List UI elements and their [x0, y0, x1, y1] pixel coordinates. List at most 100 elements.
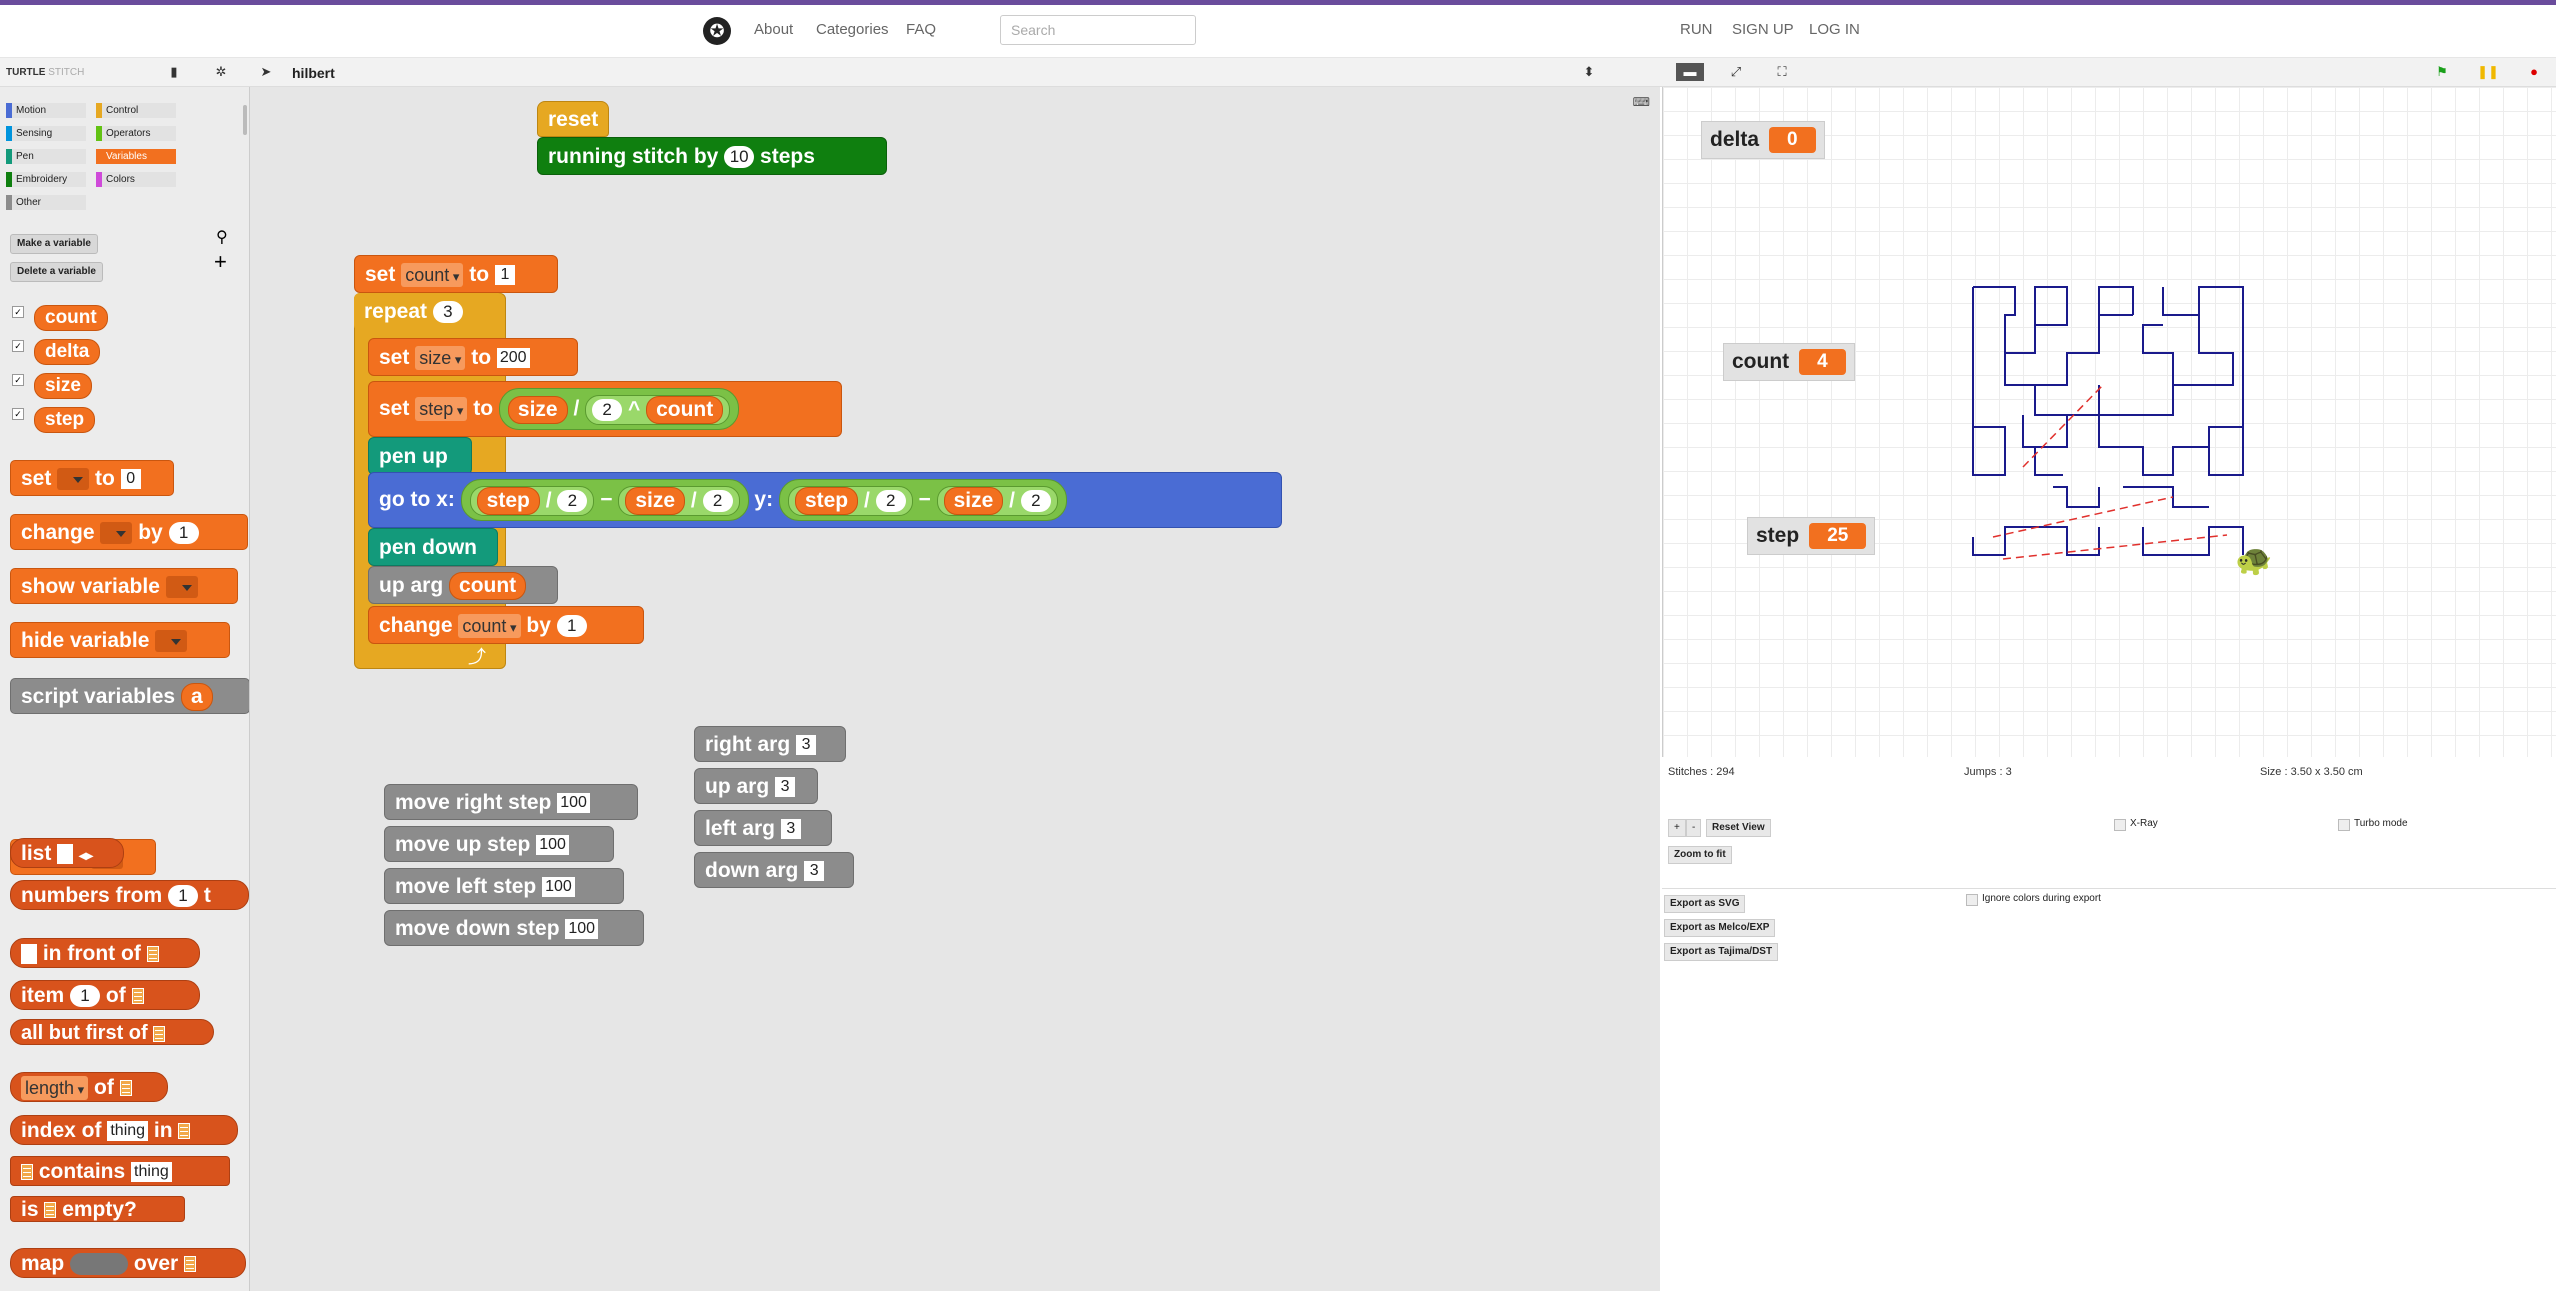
palette-item-of-block[interactable]: item 1 of: [10, 980, 200, 1010]
palette-list-block[interactable]: list ◂▸: [10, 838, 124, 868]
reset-view-button[interactable]: Reset View: [1706, 819, 1771, 837]
export-svg-button[interactable]: Export as SVG: [1664, 895, 1746, 913]
design-size: Size : 3.50 x 3.50 cm: [2260, 766, 2363, 778]
watcher-step[interactable]: step 25: [1747, 517, 1876, 555]
change-count-block[interactable]: change count by 1: [368, 606, 644, 644]
palette-var-step[interactable]: step: [34, 407, 96, 433]
category-variables[interactable]: Variables: [96, 149, 176, 164]
palette-in-front-of-block[interactable]: in front of: [10, 938, 200, 968]
delete-variable-button[interactable]: Delete a variable: [10, 262, 103, 282]
xray-checkbox[interactable]: [2114, 819, 2126, 831]
set-count-block[interactable]: set count to 1: [354, 255, 558, 293]
hilbert-stitch-drawing: [1972, 286, 2244, 560]
set-step-block[interactable]: set step to size / 2 ^ count: [368, 381, 842, 437]
stage-canvas[interactable]: delta 0 count 4 step 25 🐢: [1662, 87, 2556, 757]
repeat-block-header[interactable]: repeat 3: [354, 293, 504, 331]
pen-down-block[interactable]: pen down: [368, 528, 498, 566]
turtle-menu-icon[interactable]: ➤: [252, 63, 280, 81]
turbo-mode-checkbox[interactable]: [2338, 819, 2350, 831]
category-operators[interactable]: Operators: [96, 126, 176, 141]
xray-label: X-Ray: [2130, 818, 2158, 829]
normal-stage-icon[interactable]: ▬: [1676, 63, 1704, 81]
palette-show-variable-block[interactable]: show variable: [10, 568, 238, 604]
palette-var-delta[interactable]: delta: [34, 339, 101, 365]
running-stitch-block[interactable]: running stitch by 10 steps: [537, 137, 887, 175]
category-colors[interactable]: Colors: [96, 172, 176, 187]
search-input[interactable]: [1000, 15, 1196, 45]
left-arg-block[interactable]: left arg 3: [694, 810, 832, 846]
export-tajima-button[interactable]: Export as Tajima/DST: [1664, 943, 1779, 961]
move-down-step-block[interactable]: move down step 100: [384, 910, 644, 946]
expand-stage-icon[interactable]: ⤢: [1722, 63, 1750, 81]
file-menu-icon[interactable]: ▮: [160, 63, 188, 81]
nav-run-link[interactable]: RUN: [1680, 21, 1713, 38]
turtlestitch-logo-icon[interactable]: ✪: [703, 17, 731, 45]
settings-gear-icon[interactable]: ✲: [207, 63, 235, 81]
palette-script-variables-block[interactable]: script variables a: [10, 678, 249, 714]
search-blocks-icon[interactable]: ⚲: [216, 227, 228, 247]
keyboard-icon[interactable]: ⌨: [1633, 95, 1650, 109]
fullscreen-icon[interactable]: ⛶: [1768, 63, 1796, 81]
add-block-icon[interactable]: +: [214, 249, 227, 275]
nav-faq-link[interactable]: FAQ: [906, 21, 936, 38]
palette-set-block[interactable]: set to 0: [10, 460, 174, 496]
green-flag-icon[interactable]: ⚑: [2428, 63, 2456, 81]
palette-all-but-first-block[interactable]: all but first of: [10, 1019, 214, 1045]
up-arg-count-block[interactable]: up arg count: [368, 566, 558, 604]
scripts-area[interactable]: ⌨ reset running stitch by 10 steps set c…: [250, 87, 1660, 1291]
category-embroidery[interactable]: Embroidery: [6, 172, 86, 187]
move-right-step-block[interactable]: move right step 100: [384, 784, 638, 820]
zoom-in-button[interactable]: +: [1668, 819, 1686, 837]
palette-is-empty-block[interactable]: is empty?: [10, 1196, 185, 1222]
palette-contains-block[interactable]: contains thing: [10, 1156, 230, 1186]
var-checkbox-step[interactable]: ✓: [12, 408, 24, 420]
nav-categories-link[interactable]: Categories: [816, 21, 889, 38]
pen-up-block[interactable]: pen up: [368, 437, 472, 475]
palette-hide-variable-block[interactable]: hide variable: [10, 622, 230, 658]
palette-scrollbar[interactable]: [243, 105, 247, 135]
up-arg-block[interactable]: up arg 3: [694, 768, 818, 804]
turtle-sprite-icon[interactable]: 🐢: [2235, 543, 2272, 578]
var-checkbox-size[interactable]: ✓: [12, 374, 24, 386]
watcher-count[interactable]: count 4: [1723, 343, 1855, 381]
right-arg-block[interactable]: right arg 3: [694, 726, 846, 762]
category-other[interactable]: Other: [6, 195, 86, 210]
stop-icon[interactable]: ●: [2520, 63, 2548, 81]
nav-signup-link[interactable]: SIGN UP: [1732, 21, 1794, 38]
palette-length-of-block[interactable]: length of: [10, 1072, 168, 1102]
palette-var-size[interactable]: size: [34, 373, 92, 399]
palette-var-count[interactable]: count: [34, 305, 108, 331]
zoom-out-button[interactable]: -: [1686, 819, 1702, 837]
category-sensing[interactable]: Sensing: [6, 126, 86, 141]
pause-icon[interactable]: ❚❚: [2474, 63, 2502, 81]
make-variable-button[interactable]: Make a variable: [10, 234, 98, 254]
var-checkbox-delta[interactable]: ✓: [12, 340, 24, 352]
var-checkbox-count[interactable]: ✓: [12, 306, 24, 318]
nav-about-link[interactable]: About: [754, 21, 793, 38]
keyboard-entry-icon[interactable]: ⬍: [1575, 63, 1603, 81]
go-to-xy-block[interactable]: go to x: step / 2 − size / 2 y: step / 2…: [368, 472, 1282, 528]
palette-change-block[interactable]: change by 1: [10, 514, 248, 550]
reset-hat-block[interactable]: reset: [537, 101, 610, 137]
move-up-step-block[interactable]: move up step 100: [384, 826, 614, 862]
ignore-colors-checkbox[interactable]: [1966, 894, 1978, 906]
palette-index-of-block[interactable]: index of thing in: [10, 1115, 238, 1145]
info-divider: [1662, 888, 2556, 889]
move-left-step-block[interactable]: move left step 100: [384, 868, 624, 904]
nav-login-link[interactable]: LOG IN: [1809, 21, 1860, 38]
down-arg-block[interactable]: down arg 3: [694, 852, 854, 888]
jumps-count: Jumps : 3: [1964, 766, 2012, 778]
ide-toolbar: TURTLE STITCH ▮ ✲ ➤ hilbert ⬍ ▬ ⤢ ⛶ ⚑ ❚❚…: [0, 58, 2556, 87]
palette-numbers-from-block[interactable]: numbers from 1 t: [10, 880, 249, 910]
set-size-block[interactable]: set size to 200: [368, 338, 578, 376]
category-control[interactable]: Control: [96, 103, 176, 118]
stage-info-panel: Stitches : 294 Jumps : 3 Size : 3.50 x 3…: [1662, 757, 2556, 1291]
zoom-to-fit-button[interactable]: Zoom to fit: [1668, 846, 1732, 864]
category-motion[interactable]: Motion: [6, 103, 86, 118]
category-pen[interactable]: Pen: [6, 149, 86, 164]
watcher-delta[interactable]: delta 0: [1701, 121, 1825, 159]
palette-map-block[interactable]: map over: [10, 1248, 246, 1278]
turbo-mode-label: Turbo mode: [2354, 818, 2408, 829]
export-melco-button[interactable]: Export as Melco/EXP: [1664, 919, 1776, 937]
ignore-colors-label: Ignore colors during export: [1982, 893, 2101, 904]
